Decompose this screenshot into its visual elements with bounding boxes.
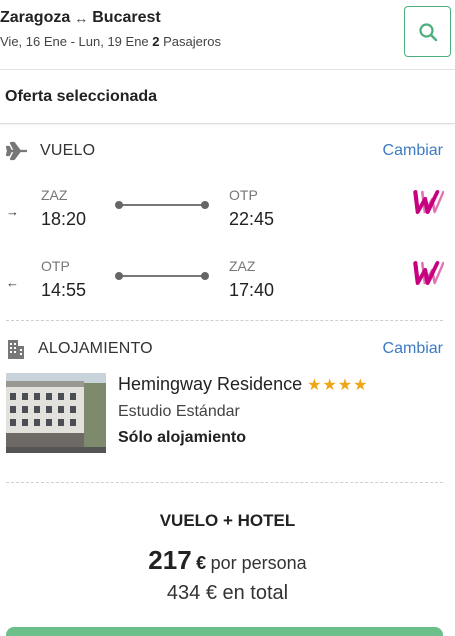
outbound-arrow-icon: → <box>6 204 19 219</box>
section-divider <box>6 482 443 483</box>
offer-bar: Oferta seleccionada <box>0 70 455 124</box>
hotel-name[interactable]: Hemingway Residence <box>118 374 302 395</box>
outbound-arrival-code: OTP <box>229 187 258 203</box>
per-person-label: por persona <box>210 553 307 573</box>
return-arrow-icon: ← <box>6 275 19 290</box>
outbound-departure-time: 18:20 <box>41 209 87 229</box>
flight-section-label: VUELO <box>40 142 96 159</box>
search-icon <box>418 22 437 41</box>
outbound-route-line <box>115 201 209 209</box>
passenger-label: Pasajeros <box>163 34 221 49</box>
section-divider <box>6 320 443 321</box>
outbound-arrival-time: 22:45 <box>229 209 275 229</box>
return-arrival-code: ZAZ <box>229 258 256 274</box>
change-flight-link[interactable]: Cambiar <box>383 142 443 160</box>
building-icon <box>8 340 24 359</box>
wizz-air-logo-icon <box>413 190 444 214</box>
search-button[interactable] <box>404 6 451 57</box>
hotel-section-header: ALOJAMIENTO Cambiar <box>6 337 443 361</box>
origin-city: Zaragoza <box>0 9 71 26</box>
return-route-line <box>115 272 209 280</box>
board-type: Sólo alojamiento <box>118 429 247 446</box>
return-departure-time: 14:55 <box>41 280 87 300</box>
return-departure-code: OTP <box>41 258 70 274</box>
airplane-icon <box>6 141 27 161</box>
search-summary-header: Zaragoza ↔ Bucarest Vie, 16 Ene - Lun, 1… <box>0 0 455 70</box>
offer-title: Oferta seleccionada <box>5 88 158 105</box>
flight-section-header: VUELO Cambiar <box>6 139 443 163</box>
change-hotel-link[interactable]: Cambiar <box>383 340 443 358</box>
price-currency: € <box>196 553 207 573</box>
passenger-count: 2 <box>152 34 160 49</box>
hotel-photo[interactable] <box>6 373 106 453</box>
destination-city: Bucarest <box>92 9 161 26</box>
continue-button[interactable] <box>6 627 443 636</box>
price-per-person: 217 € por persona <box>0 545 455 576</box>
star-rating-icon: ★★★★ <box>307 376 369 394</box>
trip-details: Vie, 16 Ene - Lun, 19 Ene 2 Pasajeros <box>0 34 221 49</box>
wizz-air-logo-icon <box>413 261 444 285</box>
price-amount: 217 <box>148 545 192 575</box>
outbound-departure-code: ZAZ <box>41 187 68 203</box>
outbound-flight-row[interactable]: → ZAZ 18:20 OTP 22:45 <box>0 186 455 236</box>
room-type: Estudio Estándar <box>118 403 240 420</box>
route: Zaragoza ↔ Bucarest <box>0 9 161 27</box>
package-title: VUELO + HOTEL <box>159 511 296 530</box>
trip-dates: Vie, 16 Ene - Lun, 19 Ene <box>0 34 149 49</box>
return-flight-row[interactable]: ← OTP 14:55 ZAZ 17:40 <box>0 257 455 307</box>
round-trip-arrow-icon: ↔ <box>74 10 89 26</box>
return-arrival-time: 17:40 <box>229 280 275 300</box>
hotel-name-row: Hemingway Residence ★★★★ <box>118 374 368 395</box>
hotel-section-label: ALOJAMIENTO <box>38 340 153 357</box>
total-price: 434 € en total <box>166 582 289 604</box>
